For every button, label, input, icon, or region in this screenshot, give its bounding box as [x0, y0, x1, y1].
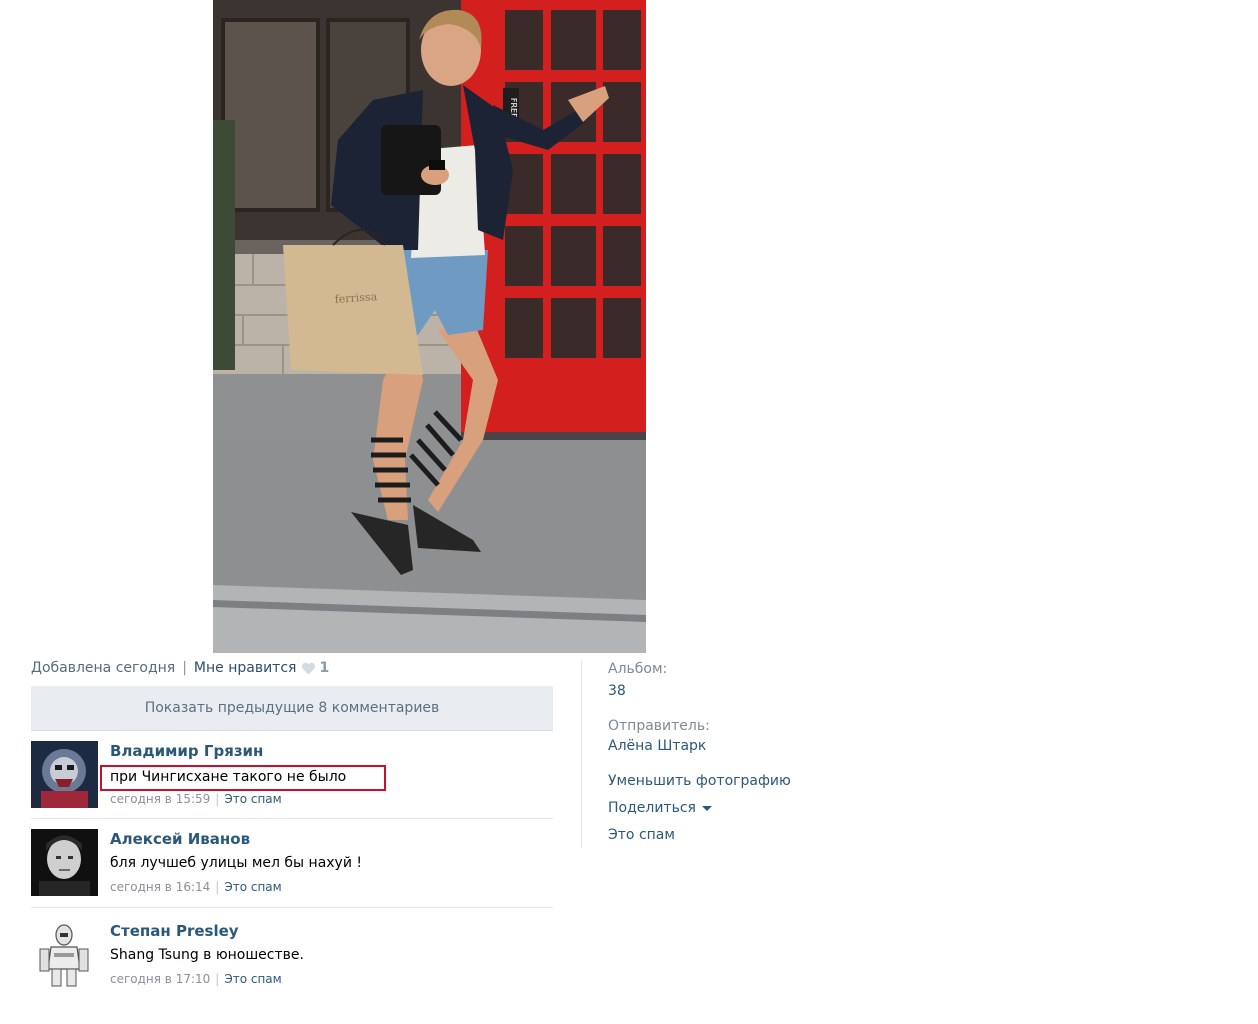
- share-dropdown[interactable]: Поделиться: [608, 800, 712, 816]
- comment-text-highlighted: при Чингисхане такого не было: [100, 765, 386, 791]
- heart-icon[interactable]: [301, 662, 316, 675]
- chevron-down-icon: [701, 805, 712, 811]
- comment-author[interactable]: Владимир Грязин: [110, 742, 263, 760]
- comment-item: Алексей Иванов бля лучшеб улицы мел бы н…: [31, 829, 553, 909]
- like-count: 1: [319, 660, 330, 676]
- report-spam-link[interactable]: Это спам: [224, 792, 281, 806]
- album-link[interactable]: 38: [608, 683, 626, 699]
- comment-time[interactable]: сегодня в 17:10: [110, 972, 210, 986]
- comment-text: Shang Tsung в юношестве.: [110, 947, 304, 963]
- column-divider: [581, 660, 582, 848]
- meta-separator: |: [182, 660, 187, 676]
- avatar[interactable]: [31, 921, 98, 988]
- comment-text: бля лучшеб улицы мел бы нахуй !: [110, 855, 363, 871]
- comment-author[interactable]: Алексей Иванов: [110, 830, 250, 848]
- avatar[interactable]: [31, 741, 98, 808]
- album-label: Альбом:: [608, 661, 668, 677]
- comment-divider: [31, 818, 553, 819]
- comment-footer: сегодня в 17:10 | Это спам: [110, 972, 282, 986]
- photo-illustration: FREE ferrissa: [213, 0, 646, 653]
- photo-meta-line: Добавлена сегодня | Мне нравится 1: [31, 658, 329, 678]
- comment-author[interactable]: Степан Presley: [110, 922, 239, 940]
- comment-divider: [31, 907, 553, 908]
- comment-footer: сегодня в 15:59 | Это спам: [110, 792, 282, 806]
- added-date: Добавлена сегодня: [31, 660, 176, 676]
- share-label: Поделиться: [608, 800, 696, 816]
- show-previous-comments-button[interactable]: Показать предыдущие 8 комментариев: [31, 686, 553, 731]
- like-button-label[interactable]: Мне нравится: [194, 660, 297, 676]
- comment-item: Владимир Грязин при Чингисхане такого не…: [31, 741, 553, 821]
- report-spam-link[interactable]: Это спам: [224, 972, 281, 986]
- sender-link[interactable]: Алёна Штарк: [608, 738, 706, 754]
- footer-separator: |: [215, 880, 220, 894]
- footer-separator: |: [215, 792, 220, 806]
- comment-time[interactable]: сегодня в 15:59: [110, 792, 210, 806]
- sender-label: Отправитель:: [608, 718, 710, 734]
- footer-separator: |: [215, 972, 220, 986]
- reduce-photo-link[interactable]: Уменьшить фотографию: [608, 773, 791, 789]
- report-spam-link[interactable]: Это спам: [224, 880, 281, 894]
- comment-item: Степан Presley Shang Tsung в юношестве. …: [31, 921, 553, 1001]
- photo-viewer-image[interactable]: FREE ferrissa: [213, 0, 646, 653]
- comment-time[interactable]: сегодня в 16:14: [110, 880, 210, 894]
- avatar[interactable]: [31, 829, 98, 896]
- report-photo-spam-link[interactable]: Это спам: [608, 827, 675, 843]
- comment-footer: сегодня в 16:14 | Это спам: [110, 880, 282, 894]
